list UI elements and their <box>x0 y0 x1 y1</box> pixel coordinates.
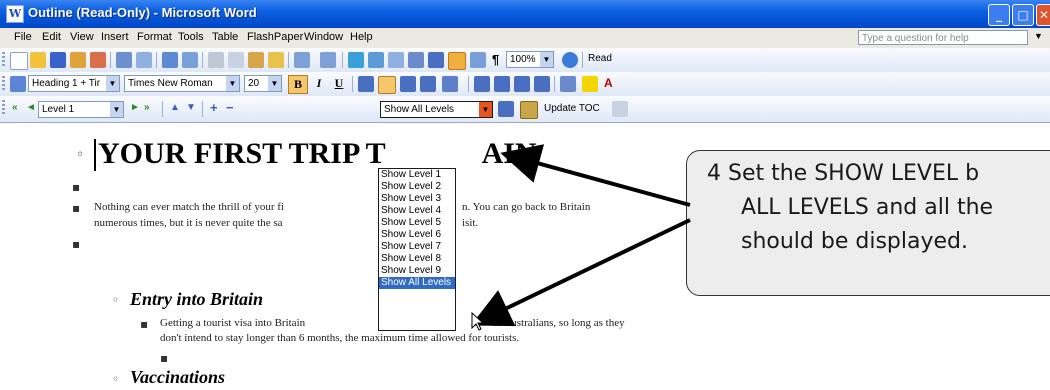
callout-arrows <box>470 144 691 327</box>
arrow-to-show-level <box>500 144 691 207</box>
mouse-pointer-icon <box>471 312 485 331</box>
arrow-to-show-all-levels <box>470 218 691 327</box>
